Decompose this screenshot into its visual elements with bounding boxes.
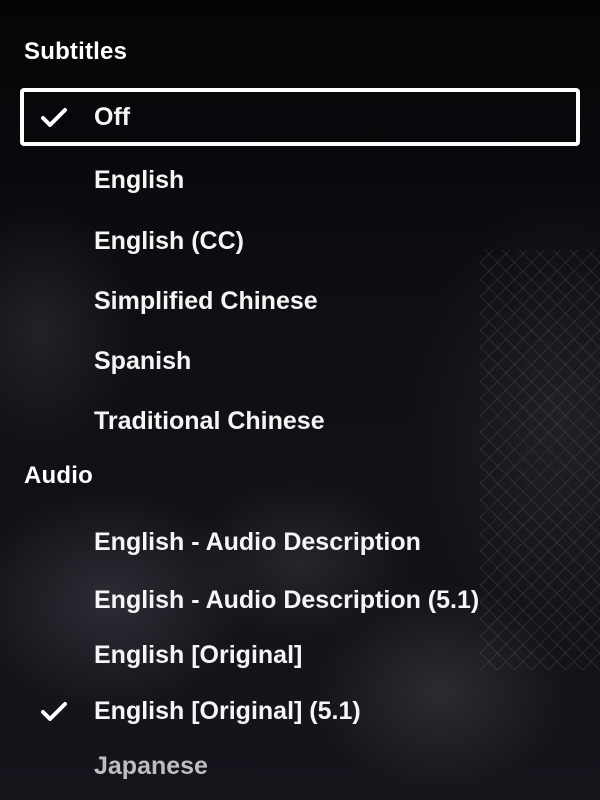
- audio-option-english-original-51[interactable]: English [Original] (5.1): [20, 683, 580, 739]
- audio-option-label: English [Original] (5.1): [94, 696, 361, 725]
- subtitle-option-label: Simplified Chinese: [94, 286, 318, 315]
- subtitle-option-english-cc[interactable]: English (CC): [20, 213, 580, 269]
- subtitle-option-label: English (CC): [94, 226, 244, 255]
- checkmark-icon: [40, 106, 68, 128]
- audio-option-label: Japanese: [94, 751, 208, 780]
- subtitle-option-english[interactable]: English: [20, 152, 580, 208]
- subtitle-option-label: Traditional Chinese: [94, 406, 325, 435]
- audio-heading: Audio: [24, 462, 93, 489]
- subtitle-option-spanish[interactable]: Spanish: [20, 333, 580, 389]
- subtitle-audio-menu: Subtitles Off English English (CC) Simpl…: [0, 0, 600, 800]
- audio-option-japanese[interactable]: Japanese: [20, 738, 580, 794]
- subtitle-option-label: Spanish: [94, 346, 192, 375]
- checkmark-icon: [40, 700, 68, 722]
- subtitle-option-label: English: [94, 165, 185, 194]
- subtitle-option-label: Off: [94, 102, 131, 131]
- audio-option-label: English - Audio Description (5.1): [94, 585, 480, 614]
- subtitles-heading: Subtitles: [24, 38, 128, 65]
- subtitle-option-off[interactable]: Off: [20, 88, 580, 146]
- subtitle-option-traditional-chinese[interactable]: Traditional Chinese: [20, 393, 580, 449]
- audio-option-label: English - Audio Description: [94, 527, 421, 556]
- audio-option-english-original[interactable]: English [Original]: [20, 627, 580, 683]
- audio-option-label: English [Original]: [94, 640, 303, 669]
- audio-option-english-ad[interactable]: English - Audio Description: [20, 514, 580, 570]
- subtitle-option-simplified-chinese[interactable]: Simplified Chinese: [20, 273, 580, 329]
- audio-option-english-ad-51[interactable]: English - Audio Description (5.1): [20, 572, 580, 628]
